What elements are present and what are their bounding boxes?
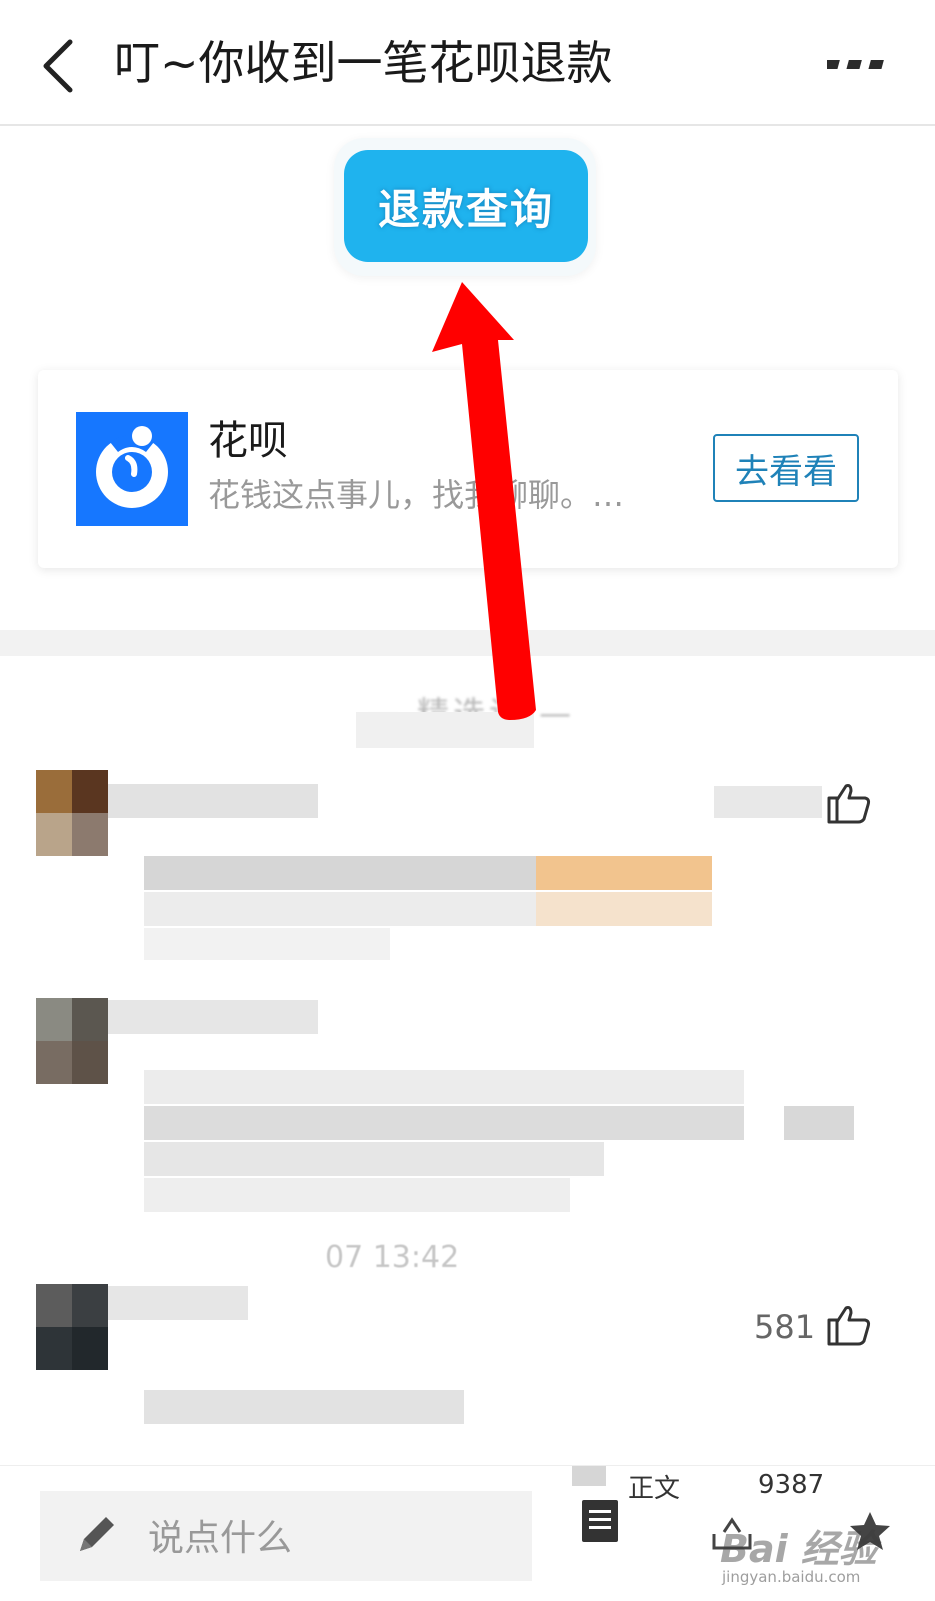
thumbs-up-icon[interactable]	[826, 1304, 872, 1346]
header-bar: 叮~你收到一笔花呗退款	[0, 0, 935, 126]
more-dots-icon[interactable]	[827, 52, 887, 80]
comment-placeholder: 说点什么	[148, 1518, 293, 1559]
article-icon[interactable]	[580, 1498, 620, 1544]
chevron-left-icon[interactable]	[36, 36, 88, 96]
pencil-icon	[80, 1517, 114, 1551]
blurred-comment-text	[784, 1106, 854, 1140]
avatar[interactable]	[36, 998, 108, 1084]
mini-program-card[interactable]: 花呗 花钱这点事儿，找我聊聊。… 去看看	[38, 370, 898, 568]
blurred-username	[108, 1000, 318, 1034]
blurred-like-count	[714, 786, 822, 818]
huabei-logo-icon	[76, 412, 188, 526]
bottom-action-bar: 说点什么 正文 9387 Bai 经验 jingyan.baidu.com	[0, 1465, 935, 1601]
blurred-username	[108, 1286, 248, 1320]
watermark: Bai 经验	[720, 1527, 877, 1571]
comment-timestamp: 07 13:42	[325, 1240, 460, 1275]
blurred-comment-text	[144, 892, 536, 926]
section-divider	[0, 630, 935, 656]
share-count: 9387	[758, 1470, 825, 1500]
watermark-url: jingyan.baidu.com	[722, 1568, 861, 1586]
page-title: 叮~你收到一笔花呗退款	[114, 36, 613, 90]
article-label: 正文	[628, 1474, 681, 1504]
blurred-username	[108, 784, 318, 818]
blurred-comment-highlight	[536, 856, 712, 890]
blurred-comment-text	[144, 1390, 464, 1424]
go-see-button[interactable]: 去看看	[713, 434, 859, 502]
blurred-comment-text	[144, 856, 536, 890]
avatar[interactable]	[36, 1284, 108, 1370]
mini-program-name: 花呗	[208, 418, 288, 464]
blurred-comment-text	[144, 928, 390, 960]
blurred-comment-text	[144, 1106, 744, 1140]
refund-query-button[interactable]: 退款查询	[344, 150, 588, 262]
blurred-title-strip	[356, 712, 534, 748]
blurred-label	[572, 1466, 606, 1486]
comment-input[interactable]: 说点什么	[40, 1491, 532, 1581]
blurred-comment-text	[144, 1070, 744, 1104]
blurred-comment-text	[144, 1142, 604, 1176]
thumbs-up-icon[interactable]	[826, 782, 872, 824]
like-count: 581	[754, 1308, 816, 1346]
avatar[interactable]	[36, 770, 108, 856]
blurred-comment-highlight	[536, 892, 712, 926]
mini-program-description: 花钱这点事儿，找我聊聊。…	[208, 476, 625, 514]
blurred-comment-text	[144, 1178, 570, 1212]
refund-query-wrapper: 退款查询	[334, 138, 596, 276]
